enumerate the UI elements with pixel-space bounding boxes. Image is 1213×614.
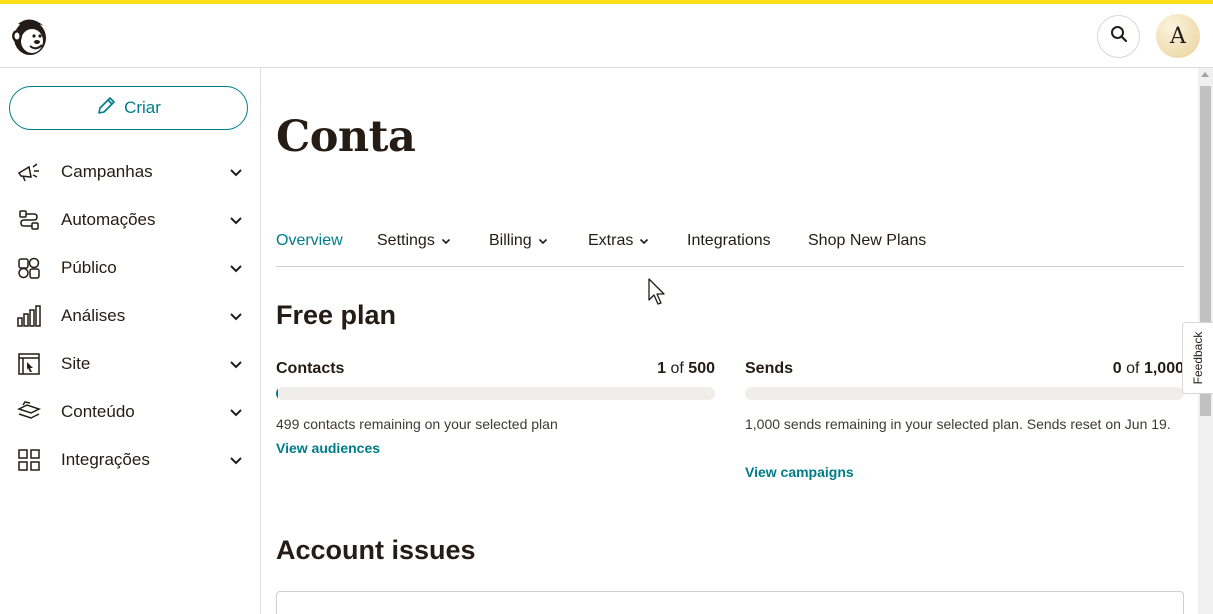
search-button[interactable] [1097,15,1140,58]
plan-title: Free plan [276,300,397,330]
sends-count: 0 of 1,000 [1062,360,1184,378]
create-button[interactable]: Criar [9,86,248,130]
sidebar-item-integracoes[interactable]: Integrações [0,436,261,484]
sends-limit: 1,000 [1143,360,1184,377]
contacts-note: 499 contacts remaining on your selected … [276,416,558,432]
pencil-icon [96,96,116,121]
automation-icon [17,208,41,232]
contacts-limit: 500 [688,360,715,377]
account-tabs: Overview Settings Billing Extras Integra… [276,228,1184,267]
tab-label: Extras [588,232,634,249]
website-icon [17,352,41,376]
megaphone-icon [17,160,41,184]
bar-chart-icon [17,304,41,328]
tab-extras[interactable]: Extras [588,232,649,250]
chevron-down-icon [228,164,244,180]
tab-integrations[interactable]: Integrations [687,232,771,250]
view-audiences-link[interactable]: View audiences [276,440,380,456]
tab-label: Billing [489,232,532,249]
chevron-down-icon [228,212,244,228]
sidebar-item-label: Conteúdo [61,402,135,421]
sends-label: Sends [745,360,794,377]
chevron-down-icon [538,232,548,250]
content-icon [17,400,41,424]
tab-label: Settings [377,232,435,249]
sidebar-item-label: Campanhas [61,162,153,181]
sends-used: 0 [1112,360,1122,377]
tab-label: Integrations [687,232,771,249]
tab-overview[interactable]: Overview [276,232,343,250]
sends-note: 1,000 sends remaining in your selected p… [745,416,1171,432]
sidebar-item-publico[interactable]: Público [0,244,261,292]
sidebar-item-automacoes[interactable]: Automações [0,196,261,244]
header: A [0,4,1213,68]
contacts-used: 1 [657,360,667,377]
sidebar-item-label: Análises [61,306,126,325]
chevron-down-icon [228,308,244,324]
contacts-count: 1 of 500 [602,360,715,378]
feedback-label: Feedback [1191,331,1205,385]
chevron-down-icon [228,404,244,420]
grid-icon [17,448,41,472]
sidebar-item-analises[interactable]: Análises [0,292,261,340]
sends-of: of [1126,360,1140,377]
view-campaigns-link[interactable]: View campaigns [745,464,854,480]
tab-billing[interactable]: Billing [489,232,548,250]
chevron-down-icon [228,452,244,468]
chevron-down-icon [228,356,244,372]
page-title: Conta [276,112,416,162]
sidebar: Criar Campanhas Automações Público Análi… [0,68,261,614]
tab-label: Overview [276,232,343,249]
sidebar-item-site[interactable]: Site [0,340,261,388]
contacts-progress-fill [276,387,279,400]
create-button-label: Criar [124,98,161,117]
sidebar-item-conteudo[interactable]: Conteúdo [0,388,261,436]
contacts-of: of [670,360,684,377]
tab-shop-new-plans[interactable]: Shop New Plans [808,232,926,250]
chevron-down-icon [639,232,649,250]
sidebar-item-campanhas[interactable]: Campanhas [0,148,261,196]
feedback-tab[interactable]: Feedback [1182,322,1213,394]
account-issues-panel [276,591,1184,614]
scroll-up-arrow-icon[interactable] [1201,72,1209,77]
mouse-cursor-icon [648,278,668,306]
sidebar-item-label: Site [61,354,91,373]
main-content: Conta Overview Settings Billing Extras I… [262,68,1198,614]
account-issues-title: Account issues [276,535,476,565]
sidebar-item-label: Integrações [61,450,150,469]
sidebar-item-label: Automações [61,210,156,229]
chevron-down-icon [441,232,451,250]
user-avatar[interactable]: A [1156,14,1200,58]
contacts-label: Contacts [276,360,345,377]
mailchimp-logo-icon[interactable] [10,14,50,58]
tab-settings[interactable]: Settings [377,232,451,250]
sends-progress-bar [745,387,1184,400]
tab-label: Shop New Plans [808,232,927,249]
audience-icon [17,256,41,280]
contacts-progress-bar [276,387,715,400]
search-icon [1110,25,1128,48]
chevron-down-icon [228,260,244,276]
sidebar-item-label: Público [61,258,117,277]
